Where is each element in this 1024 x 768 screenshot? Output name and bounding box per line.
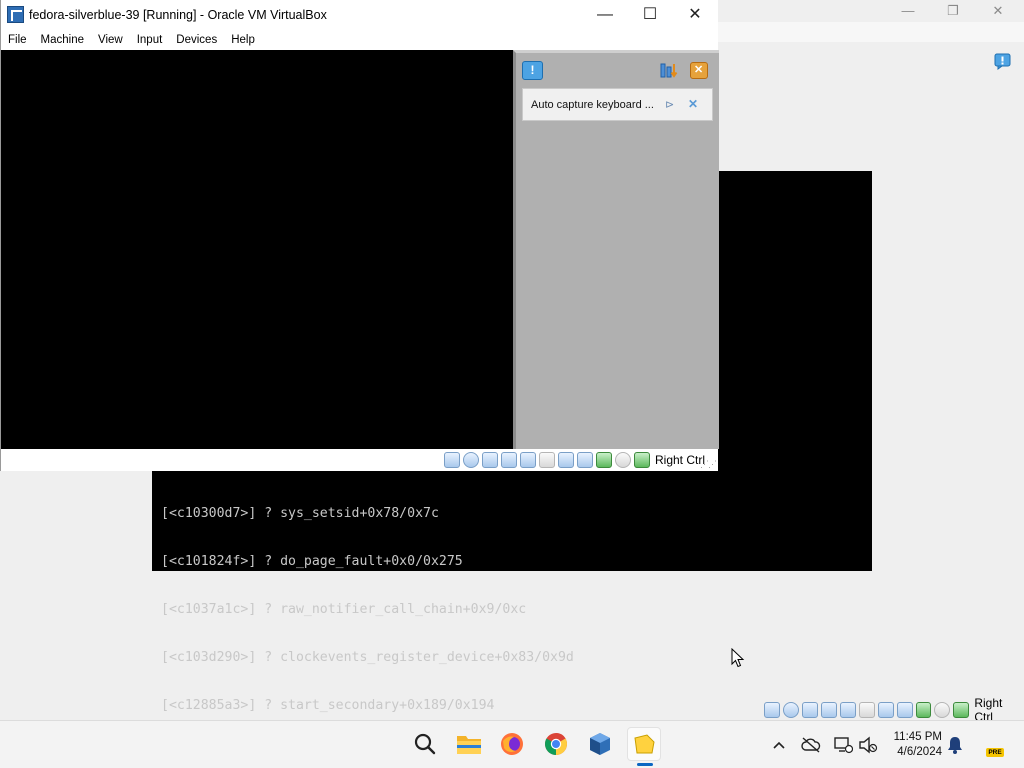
taskbar-search[interactable] bbox=[408, 727, 442, 761]
virtualbox-window: fedora-silverblue-39 [Running] - Oracle … bbox=[0, 0, 719, 471]
cpu-icon[interactable] bbox=[596, 452, 612, 468]
menu-bar: File Machine View Input Devices Help bbox=[1, 30, 718, 50]
notification-center-toggle-icon[interactable] bbox=[522, 61, 543, 80]
status-bar: Right Ctrl ⋰⋰ bbox=[1, 449, 718, 471]
clock[interactable]: 11:45 PM 4/6/2024 bbox=[884, 730, 942, 760]
optical-drive-icon[interactable] bbox=[782, 702, 799, 718]
console-line: [<c103d290>] ? clockevents_register_devi… bbox=[161, 650, 574, 665]
hard-disk-icon[interactable] bbox=[444, 452, 460, 468]
host-key-label: Right Ctrl bbox=[655, 453, 706, 467]
display-icon[interactable] bbox=[558, 452, 574, 468]
notification-bell-icon[interactable] bbox=[947, 736, 963, 754]
mouse-cursor-icon bbox=[731, 648, 745, 668]
background-status-bar: Right Ctrl bbox=[764, 696, 1024, 724]
close-notification-icon[interactable]: ✕ bbox=[688, 97, 702, 111]
recording-icon[interactable] bbox=[896, 702, 913, 718]
title-bar[interactable]: fedora-silverblue-39 [Running] - Oracle … bbox=[1, 0, 718, 30]
network-icon[interactable] bbox=[501, 452, 517, 468]
firefox-icon bbox=[501, 733, 523, 755]
minimize-button[interactable]: — bbox=[896, 2, 920, 20]
vm-screen[interactable] bbox=[1, 50, 513, 449]
console-line: [<c1037a1c>] ? raw_notifier_call_chain+0… bbox=[161, 602, 527, 617]
display-icon[interactable] bbox=[877, 702, 894, 718]
network-icon[interactable] bbox=[820, 702, 837, 718]
active-app-indicator bbox=[637, 763, 653, 766]
tray-network[interactable] bbox=[833, 735, 853, 755]
console-output: [<c10300d7>] ? sys_setsid+0x78/0x7c [<c1… bbox=[161, 474, 574, 746]
speaker-muted-icon bbox=[859, 736, 878, 754]
notification-center-pane: Auto capture keyboard ... ⊳ ✕ bbox=[513, 50, 719, 449]
notification-card[interactable]: Auto capture keyboard ... ⊳ ✕ bbox=[522, 88, 713, 121]
virtualbox-app-icon bbox=[7, 6, 24, 23]
menu-devices[interactable]: Devices bbox=[169, 30, 224, 50]
recording-icon[interactable] bbox=[577, 452, 593, 468]
optical-drive-icon[interactable] bbox=[463, 452, 479, 468]
do-not-show-again-icon[interactable]: ⊳ bbox=[665, 98, 679, 112]
menu-help[interactable]: Help bbox=[224, 30, 262, 50]
audio-icon[interactable] bbox=[801, 702, 818, 718]
notification-center-icon[interactable] bbox=[994, 53, 1011, 70]
usb-icon[interactable] bbox=[839, 702, 856, 718]
preview-badge: PRE bbox=[986, 748, 1004, 757]
sticky-app-icon bbox=[634, 734, 655, 754]
virtualbox-icon bbox=[590, 733, 610, 755]
tray-volume[interactable] bbox=[858, 735, 878, 755]
restore-button[interactable]: ❐ bbox=[941, 2, 965, 20]
host-key-icon[interactable] bbox=[953, 702, 970, 718]
search-icon bbox=[414, 733, 436, 755]
mouse-integration-icon[interactable] bbox=[615, 452, 631, 468]
network-icon bbox=[834, 737, 853, 754]
status-bar-icons: Right Ctrl bbox=[444, 452, 705, 468]
console-line: [<c12885a3>] ? start_secondary+0x189/0x1… bbox=[161, 698, 495, 713]
cloud-offline-icon bbox=[801, 737, 821, 753]
file-explorer-icon bbox=[457, 736, 481, 754]
cpu-icon[interactable] bbox=[915, 702, 932, 718]
taskbar-file-explorer[interactable] bbox=[452, 727, 486, 761]
clock-time: 11:45 PM bbox=[893, 731, 942, 743]
chevron-up-icon bbox=[773, 741, 785, 749]
menu-view[interactable]: View bbox=[91, 30, 130, 50]
mouse-integration-icon[interactable] bbox=[934, 702, 951, 718]
audio-icon[interactable] bbox=[482, 452, 498, 468]
chrome-icon bbox=[545, 733, 567, 755]
taskbar: 11:45 PM 4/6/2024 PRE bbox=[0, 720, 1024, 768]
console-line: [<c10300d7>] ? sys_setsid+0x78/0x7c bbox=[161, 506, 439, 521]
host-key-icon[interactable] bbox=[634, 452, 650, 468]
taskbar-virtualbox[interactable] bbox=[583, 727, 617, 761]
show-hidden-icons[interactable] bbox=[769, 735, 789, 755]
taskbar-firefox[interactable] bbox=[495, 727, 529, 761]
clock-date: 4/6/2024 bbox=[897, 746, 942, 758]
minimize-button[interactable]: — bbox=[582, 0, 628, 30]
close-button[interactable]: ✕ bbox=[986, 2, 1010, 20]
menu-input[interactable]: Input bbox=[130, 30, 170, 50]
taskbar-sticky-app[interactable] bbox=[627, 727, 661, 761]
notification-message: Auto capture keyboard ... bbox=[531, 99, 654, 111]
close-button[interactable]: ✕ bbox=[672, 0, 718, 30]
console-line: [<c101824f>] ? do_page_fault+0x0/0x275 bbox=[161, 554, 463, 569]
menu-machine[interactable]: Machine bbox=[34, 30, 91, 50]
shared-folders-icon[interactable] bbox=[858, 702, 875, 718]
usb-icon[interactable] bbox=[520, 452, 536, 468]
resize-grip-icon[interactable]: ⋰⋰ bbox=[700, 459, 717, 470]
sort-icon[interactable] bbox=[660, 62, 678, 79]
window-title: fedora-silverblue-39 [Running] - Oracle … bbox=[29, 8, 327, 22]
menu-file[interactable]: File bbox=[1, 30, 34, 50]
shared-folders-icon[interactable] bbox=[539, 452, 555, 468]
maximize-button[interactable]: ☐ bbox=[627, 0, 673, 30]
clear-all-icon[interactable] bbox=[690, 62, 708, 79]
background-menu-bar bbox=[718, 22, 1024, 42]
hard-disk-icon[interactable] bbox=[764, 702, 780, 718]
background-title-bar: — ❐ ✕ bbox=[718, 0, 1024, 22]
tray-onedrive[interactable] bbox=[801, 735, 821, 755]
taskbar-chrome[interactable] bbox=[539, 727, 573, 761]
